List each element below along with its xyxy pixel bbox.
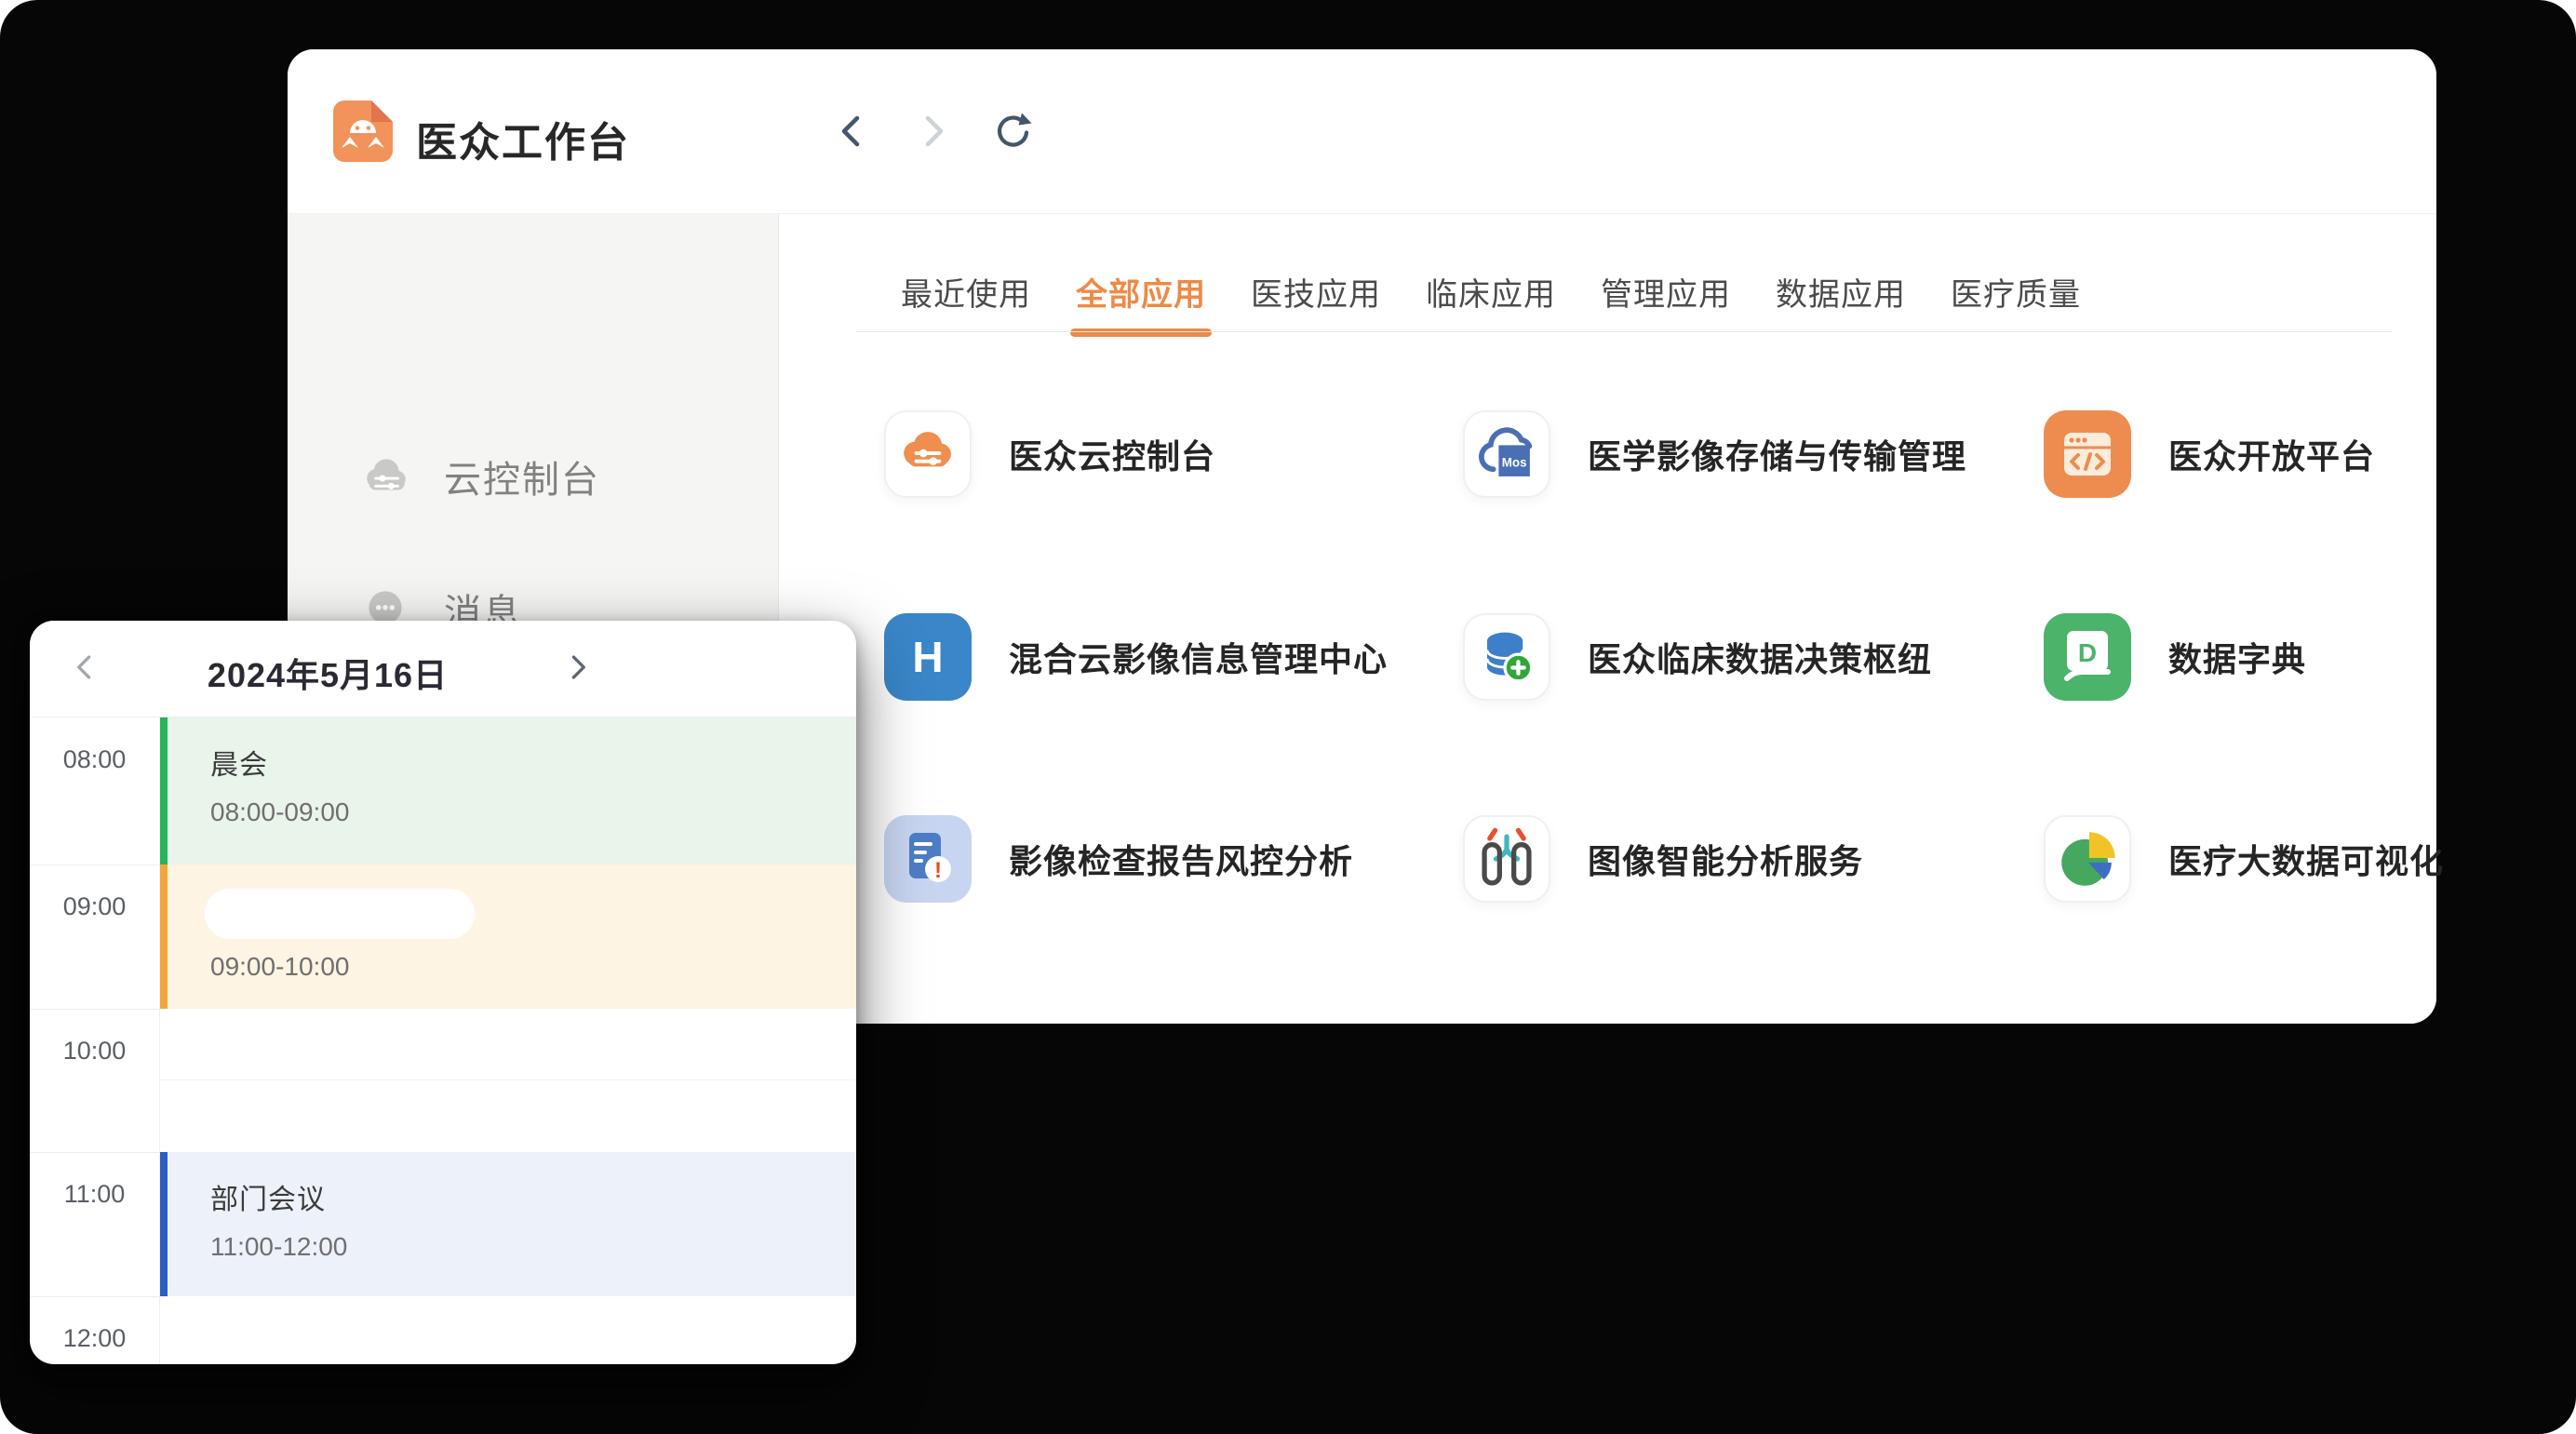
tab-clinical-apps[interactable]: 临床应用 xyxy=(1426,269,1556,315)
app-clinical-data-hub[interactable]: 医众临床数据决策枢纽 xyxy=(1463,613,1932,701)
hour-line xyxy=(30,1009,159,1010)
app-label: 医众临床数据决策枢纽 xyxy=(1588,633,1932,681)
database-plus-icon xyxy=(1463,613,1550,701)
time-label: 09:00 xyxy=(30,892,159,921)
app-label: 医众云控制台 xyxy=(1009,430,1215,478)
hour-line xyxy=(30,1152,159,1153)
event-time: 09:00-10:00 xyxy=(210,952,856,982)
app-image-ai-analysis[interactable]: 图像智能分析服务 xyxy=(1463,815,1863,903)
app-report-risk-analysis[interactable]: ! 影像检查报告风控分析 xyxy=(884,815,1353,903)
lungs-icon xyxy=(1463,815,1550,903)
report-warning-icon: ! xyxy=(884,815,972,903)
app-big-data-visualization[interactable]: 医疗大数据可视化 xyxy=(2044,815,2444,903)
tabs-divider xyxy=(856,331,2392,332)
orange-code-window-icon xyxy=(2044,410,2131,498)
time-label: 11:00 xyxy=(30,1180,159,1209)
hour-line xyxy=(30,1296,159,1297)
event-time: 11:00-12:00 xyxy=(210,1232,856,1262)
app-cloud-console[interactable]: 医众云控制台 xyxy=(884,410,1215,498)
time-gutter-divider xyxy=(159,717,160,1364)
calendar-prev-day-button[interactable] xyxy=(65,647,106,688)
time-label: 12:00 xyxy=(30,1324,159,1353)
app-label: 数据字典 xyxy=(2168,633,2306,681)
tab-all-apps[interactable]: 全部应用 xyxy=(1076,269,1206,315)
blue-cloud-mos-icon: Mos xyxy=(1463,410,1550,498)
app-label: 图像智能分析服务 xyxy=(1588,835,1863,883)
refresh-button[interactable] xyxy=(990,109,1035,154)
app-label: 混合云影像信息管理中心 xyxy=(1009,633,1388,681)
svg-text:H: H xyxy=(912,633,943,681)
active-tab-underline xyxy=(1070,328,1212,337)
back-button[interactable] xyxy=(830,109,875,154)
calendar-event-redacted[interactable]: 09:00-10:00 xyxy=(159,864,856,1009)
window-header: 医众工作台 xyxy=(288,49,2436,214)
green-book-d-icon: D xyxy=(2044,613,2131,701)
app-data-dictionary[interactable]: D 数据字典 xyxy=(2044,613,2306,701)
time-label: 10:00 xyxy=(30,1037,159,1065)
half-hour-line xyxy=(160,1079,856,1080)
svg-text:D: D xyxy=(2078,638,2097,667)
calendar-event-morning-meeting[interactable]: 晨会 08:00-09:00 xyxy=(159,717,856,864)
event-title: 部门会议 xyxy=(210,1176,856,1217)
calendar-panel: 2024年5月16日 晨会 08:00-09:00 09:00-10:00 部门… xyxy=(30,621,856,1364)
event-time: 08:00-09:00 xyxy=(210,797,856,827)
tab-management-apps[interactable]: 管理应用 xyxy=(1601,269,1731,315)
app-hybrid-cloud-imaging[interactable]: H 混合云影像信息管理中心 xyxy=(884,613,1388,701)
app-open-platform[interactable]: 医众开放平台 xyxy=(2044,410,2375,498)
app-category-tabs: 最近使用 全部应用 医技应用 临床应用 管理应用 数据应用 医疗质量 xyxy=(901,261,2081,322)
calendar-event-department-meeting[interactable]: 部门会议 11:00-12:00 xyxy=(159,1152,856,1296)
redacted-event-title xyxy=(205,889,475,939)
window-title: 医众工作台 xyxy=(416,109,630,168)
orange-cloud-sliders-icon xyxy=(884,410,972,498)
page-backdrop: 医众工作台 xyxy=(0,0,2576,1434)
blue-h-square-icon: H xyxy=(884,613,972,701)
pie-chart-icon xyxy=(2044,815,2131,903)
tab-medical-quality[interactable]: 医疗质量 xyxy=(1951,269,2081,315)
tab-recently-used[interactable]: 最近使用 xyxy=(901,269,1031,315)
forward-button[interactable] xyxy=(910,109,955,154)
app-label: 医疗大数据可视化 xyxy=(2168,835,2444,883)
cloud-console-icon xyxy=(358,449,412,503)
calendar-day-view: 晨会 08:00-09:00 09:00-10:00 部门会议 11:00-12… xyxy=(30,717,856,1364)
app-pacs[interactable]: Mos 医学影像存储与传输管理 xyxy=(1463,410,1966,498)
event-title: 晨会 xyxy=(210,742,856,783)
content-area: 最近使用 全部应用 医技应用 临床应用 管理应用 数据应用 医疗质量 医 xyxy=(779,214,2436,1024)
app-label: 医众开放平台 xyxy=(2168,430,2375,478)
sidebar-item-label: 云控制台 xyxy=(444,449,600,503)
hour-line xyxy=(30,864,159,865)
app-label: 影像检查报告风控分析 xyxy=(1009,835,1353,883)
app-logo-icon xyxy=(333,101,393,162)
calendar-next-day-button[interactable] xyxy=(557,647,597,688)
svg-text:!: ! xyxy=(934,858,942,883)
tab-medtech-apps[interactable]: 医技应用 xyxy=(1251,269,1381,315)
sidebar-item-cloud-console[interactable]: 云控制台 xyxy=(358,443,600,510)
svg-text:Mos: Mos xyxy=(1502,455,1527,469)
calendar-header: 2024年5月16日 xyxy=(30,621,856,717)
calendar-date-title: 2024年5月16日 xyxy=(169,649,486,697)
browser-nav xyxy=(830,109,1035,154)
app-label: 医学影像存储与传输管理 xyxy=(1588,430,1966,478)
time-label: 08:00 xyxy=(30,745,159,774)
tab-data-apps[interactable]: 数据应用 xyxy=(1776,269,1906,315)
